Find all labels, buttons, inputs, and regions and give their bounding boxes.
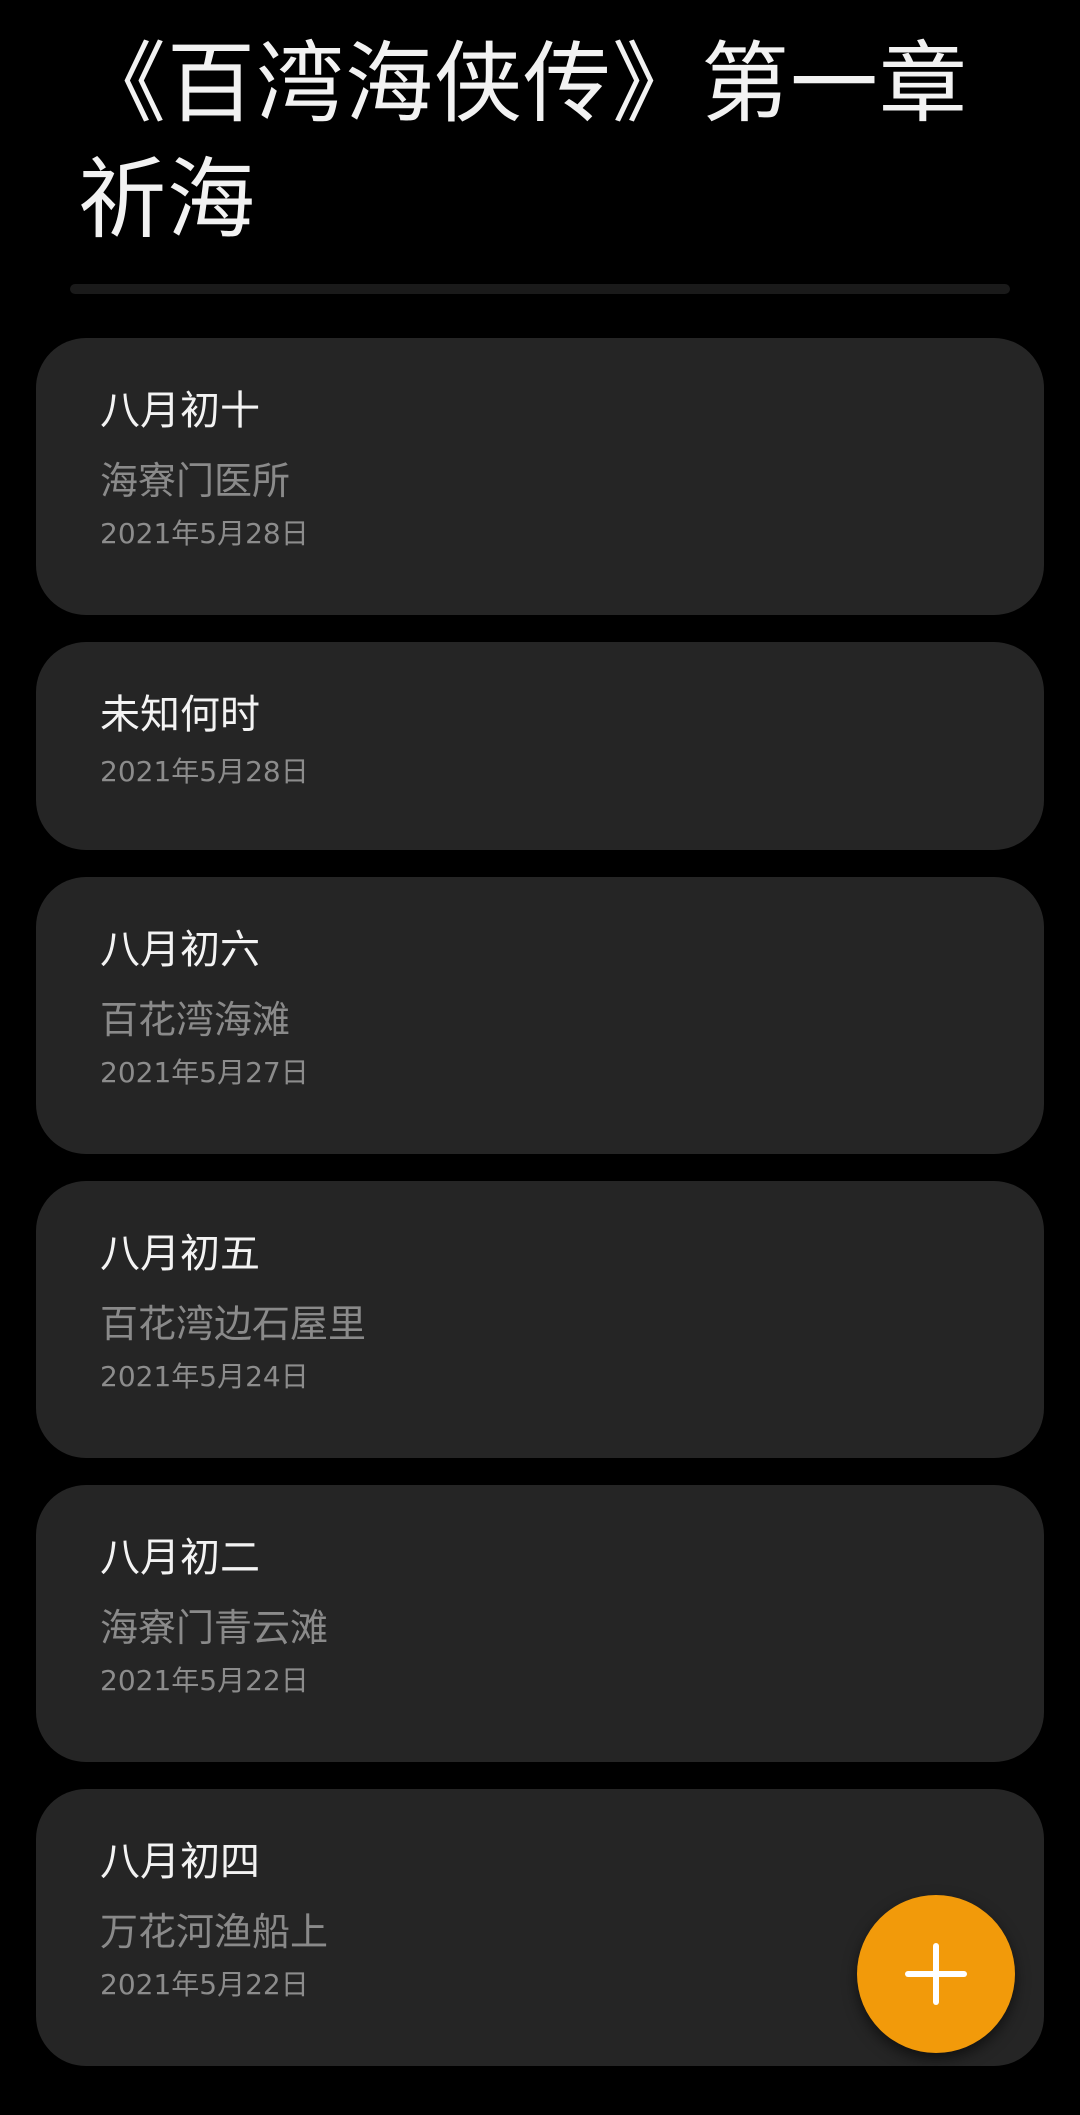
note-card[interactable]: 八月初六 百花湾海滩 2021年5月27日 [36,877,1044,1154]
note-location: 百花湾边石屋里 [100,1302,367,1346]
page-header: 《百湾海侠传》第一章 祈海 [0,0,1080,300]
header-divider [70,284,1010,294]
note-location: 万花河渔船上 [100,1910,329,1954]
note-date: 2021年5月22日 [100,1968,309,2001]
note-date: 2021年5月27日 [100,1056,309,1089]
note-card[interactable]: 八月初二 海寮门青云滩 2021年5月22日 [36,1485,1044,1762]
page-title: 《百湾海侠传》第一章 祈海 [78,32,969,251]
note-title: 八月初四 [100,1839,260,1885]
note-card[interactable]: 未知何时 2021年5月28日 [36,642,1044,850]
note-list: 八月初十 海寮门医所 2021年5月28日 未知何时 2021年5月28日 八月… [36,338,1044,2093]
note-card[interactable]: 八月初十 海寮门医所 2021年5月28日 [36,338,1044,615]
note-title: 八月初六 [100,927,260,973]
note-title: 八月初二 [100,1535,260,1581]
note-title: 八月初五 [100,1231,260,1277]
note-card[interactable]: 八月初五 百花湾边石屋里 2021年5月24日 [36,1181,1044,1458]
note-date: 2021年5月28日 [100,755,309,788]
note-date: 2021年5月24日 [100,1360,309,1393]
note-title: 八月初十 [100,388,260,434]
note-location: 百花湾海滩 [100,998,291,1042]
add-note-button[interactable] [857,1895,1015,2053]
note-date: 2021年5月22日 [100,1664,309,1697]
note-title: 未知何时 [100,692,260,738]
note-date: 2021年5月28日 [100,517,309,550]
note-location: 海寮门青云滩 [100,1606,329,1650]
plus-icon [905,1943,967,2005]
note-location: 海寮门医所 [100,459,291,503]
